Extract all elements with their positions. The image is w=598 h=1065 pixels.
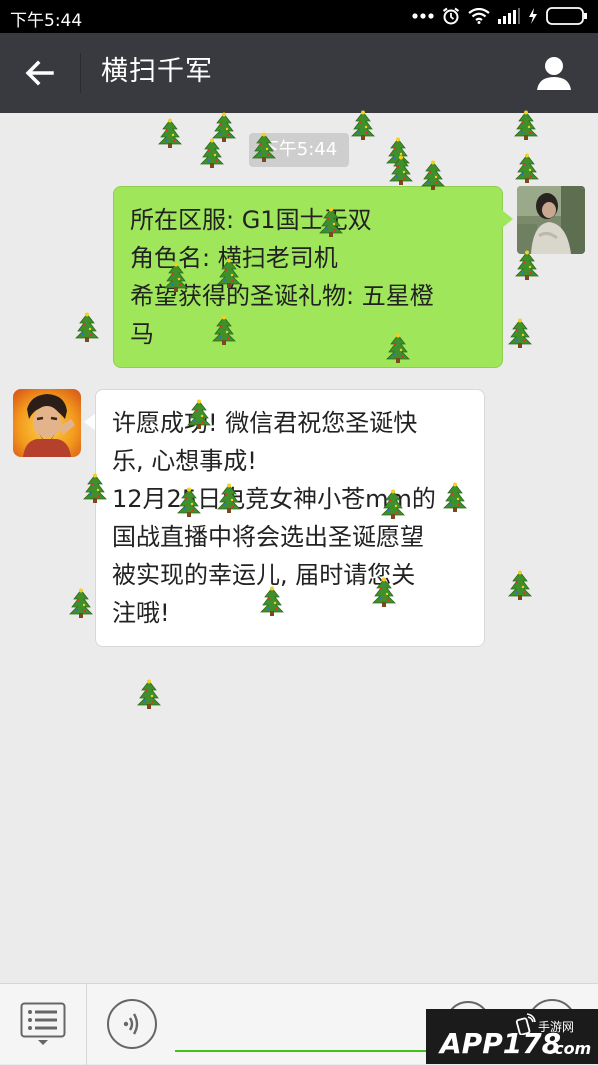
- status-time: 下午5:44: [10, 11, 83, 31]
- input-divider: [86, 984, 87, 1065]
- christmas-tree-icon: [74, 312, 100, 342]
- incoming-message-bubble[interactable]: 许愿成功! 微信君祝您圣诞快 乐, 心想事成! 12月25日电竞女神小苍mm的 …: [95, 389, 485, 647]
- status-icons: [412, 5, 588, 27]
- voice-wave-icon: [107, 999, 157, 1049]
- christmas-tree-icon: [350, 110, 376, 140]
- christmas-tree-icon: [388, 155, 414, 185]
- person-icon: [537, 57, 571, 90]
- chat-title: 横扫千军: [101, 56, 213, 87]
- christmas-tree-icon: [68, 588, 94, 618]
- watermark: APP178 手游网 .com: [426, 1009, 598, 1064]
- title-bar: 横扫千军: [0, 33, 598, 113]
- status-bar: 下午5:44: [0, 0, 598, 33]
- christmas-tree-icon: [211, 112, 237, 142]
- outgoing-message-bubble[interactable]: 所在区服: G1国士无双 角色名: 横扫老司机 希望获得的圣诞礼物: 五星橙 马: [113, 186, 503, 368]
- message-line: 所在区服: G1国士无双: [130, 206, 372, 234]
- christmas-tree-icon: [157, 118, 183, 148]
- voice-input-button[interactable]: [106, 998, 158, 1050]
- message-line: 注哦!: [112, 599, 170, 627]
- christmas-tree-icon: [507, 318, 533, 348]
- christmas-tree-icon: [199, 138, 225, 168]
- message-line: 角色名: 横扫老司机: [130, 244, 338, 272]
- signal-icon: [498, 8, 520, 24]
- alarm-icon: [442, 7, 460, 25]
- list-menu-icon: [20, 1002, 66, 1045]
- watermark-label: 手游网: [538, 1020, 575, 1034]
- message-line: 马: [130, 320, 154, 348]
- watermark-domain: .com: [548, 1039, 592, 1058]
- christmas-tree-icon: [514, 250, 540, 280]
- menu-toggle-button[interactable]: [20, 1002, 66, 1046]
- message-line: 12月25日电竞女神小苍mm的: [112, 485, 436, 513]
- christmas-tree-icon: [513, 110, 539, 140]
- christmas-tree-icon: [136, 679, 162, 709]
- more-dots-icon: [412, 13, 434, 19]
- title-divider: [80, 53, 81, 93]
- message-input[interactable]: [175, 1014, 435, 1052]
- christmas-tree-icon: [514, 153, 540, 183]
- my-avatar[interactable]: [517, 186, 585, 254]
- contact-avatar[interactable]: [13, 389, 81, 457]
- bubble-tail: [502, 210, 513, 228]
- back-button[interactable]: [18, 51, 62, 95]
- christmas-tree-icon: [507, 570, 533, 600]
- christmas-tree-icon: [385, 137, 411, 167]
- message-line: 国战直播中将会选出圣诞愿望: [112, 523, 424, 551]
- arrow-left-icon: [25, 60, 54, 86]
- wifi-icon: [468, 8, 490, 24]
- charging-icon: [529, 8, 537, 24]
- message-line: 希望获得的圣诞礼物: 五星橙: [130, 282, 434, 310]
- message-line: 被实现的幸运儿, 届时请您关: [112, 561, 416, 589]
- chat-info-button[interactable]: [532, 51, 576, 95]
- message-line: 乐, 心想事成!: [112, 447, 257, 475]
- message-line: 许愿成功! 微信君祝您圣诞快: [112, 409, 418, 437]
- message-timestamp: 下午5:44: [249, 133, 349, 167]
- battery-icon: [546, 7, 587, 25]
